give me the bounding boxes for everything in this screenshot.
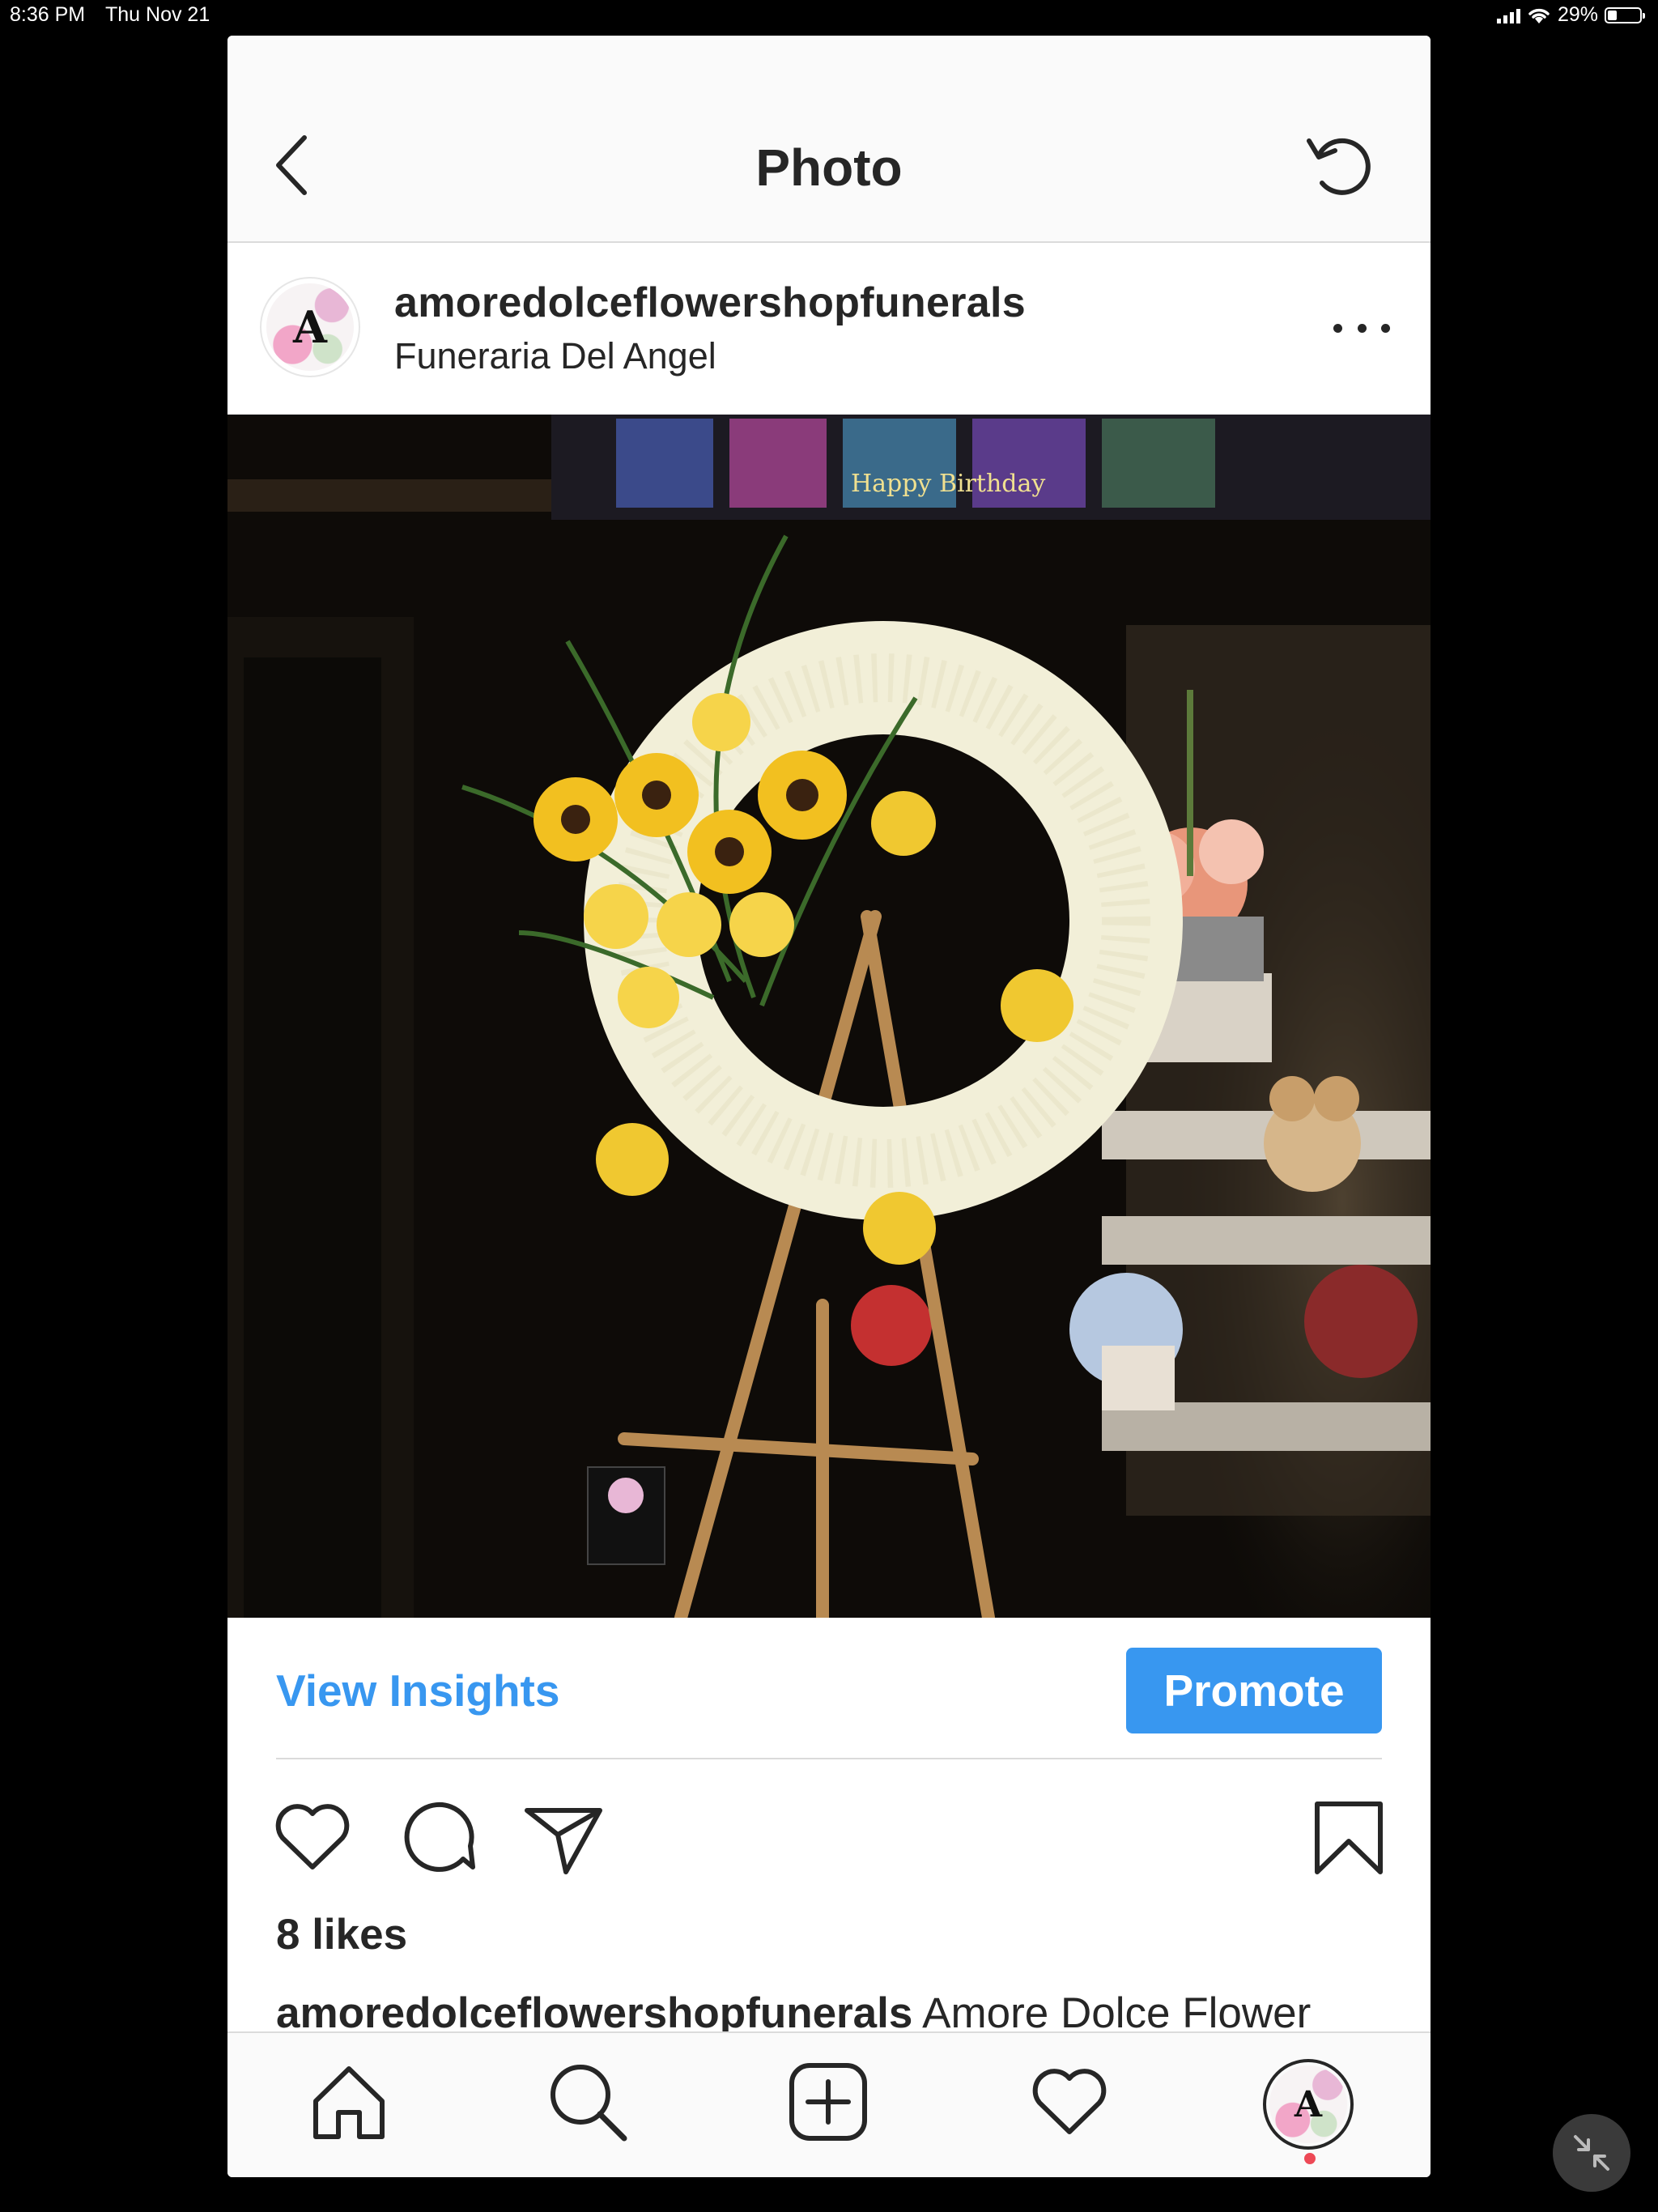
post-photo[interactable]: Happy Birthday (227, 415, 1431, 1618)
add-post-icon (789, 2063, 867, 2141)
bottom-tab-bar: A (227, 2031, 1431, 2177)
tab-home[interactable] (304, 2057, 393, 2146)
more-options-button[interactable] (1333, 316, 1390, 340)
view-insights-link[interactable]: View Insights (276, 1665, 559, 1716)
notification-dot (1304, 2153, 1316, 2164)
cellular-signal-icon (1496, 7, 1520, 23)
tab-search[interactable] (543, 2057, 632, 2146)
send-icon (525, 1808, 602, 1874)
tab-new-post[interactable] (784, 2057, 873, 2146)
share-button[interactable] (519, 1793, 608, 1882)
bookmark-icon (1315, 1802, 1383, 1874)
profile-avatar[interactable]: A (1263, 2059, 1354, 2150)
wifi-icon (1528, 8, 1550, 23)
post-actions (227, 1793, 1431, 1898)
promote-button[interactable]: Promote (1126, 1648, 1382, 1733)
battery-percent: 29% (1557, 3, 1598, 26)
funeral-wreath-photo: Happy Birthday (227, 415, 1431, 1618)
comment-icon (404, 1802, 475, 1872)
profile-avatar-letter: A (1294, 2083, 1323, 2125)
comment-button[interactable] (393, 1793, 483, 1882)
collapse-arrows-icon (1574, 2135, 1609, 2171)
refresh-button[interactable] (1301, 123, 1382, 204)
collapse-window-button[interactable] (1553, 2114, 1630, 2192)
home-icon (313, 2066, 385, 2139)
search-icon (551, 2065, 627, 2142)
refresh-icon (1307, 138, 1371, 195)
likes-count[interactable]: 8 likes (276, 1910, 407, 1959)
avatar[interactable]: A (260, 277, 360, 377)
post-caption: amoredolceflowershopfunerals Amore Dolce… (276, 1989, 1311, 2038)
status-date: Thu Nov 21 (105, 3, 210, 26)
post-location[interactable]: Funeraria Del Angel (394, 335, 716, 377)
heart-icon (275, 1804, 350, 1870)
top-navigation-bar: Photo (227, 36, 1431, 243)
status-indicators: 29% (1496, 3, 1645, 27)
page-title: Photo (755, 138, 903, 197)
like-button[interactable] (268, 1793, 357, 1882)
more-dot-icon (1333, 323, 1342, 333)
insights-row: View Insights Promote (227, 1618, 1431, 1759)
avatar-logo-letter: A (293, 301, 327, 353)
caption-text: Amore Dolce Flower (922, 1989, 1312, 2037)
photo-sign-text: Happy Birthday (851, 470, 1045, 498)
battery-icon (1605, 6, 1645, 23)
activity-heart-icon (1032, 2069, 1107, 2134)
post-header: A amoredolceflowershopfunerals Funeraria… (227, 243, 1431, 415)
caption-username[interactable]: amoredolceflowershopfunerals (276, 1989, 912, 2037)
status-time: 8:36 PM (10, 3, 86, 26)
post-username[interactable]: amoredolceflowershopfunerals (394, 279, 1026, 327)
tab-activity[interactable] (1025, 2057, 1114, 2146)
divider (276, 1758, 1382, 1759)
status-bar: 8:36 PM Thu Nov 21 29% (0, 0, 1658, 32)
instagram-app-window: Photo A amoredolceflowershopfunerals Fun… (227, 36, 1431, 2177)
save-button[interactable] (1304, 1793, 1393, 1882)
